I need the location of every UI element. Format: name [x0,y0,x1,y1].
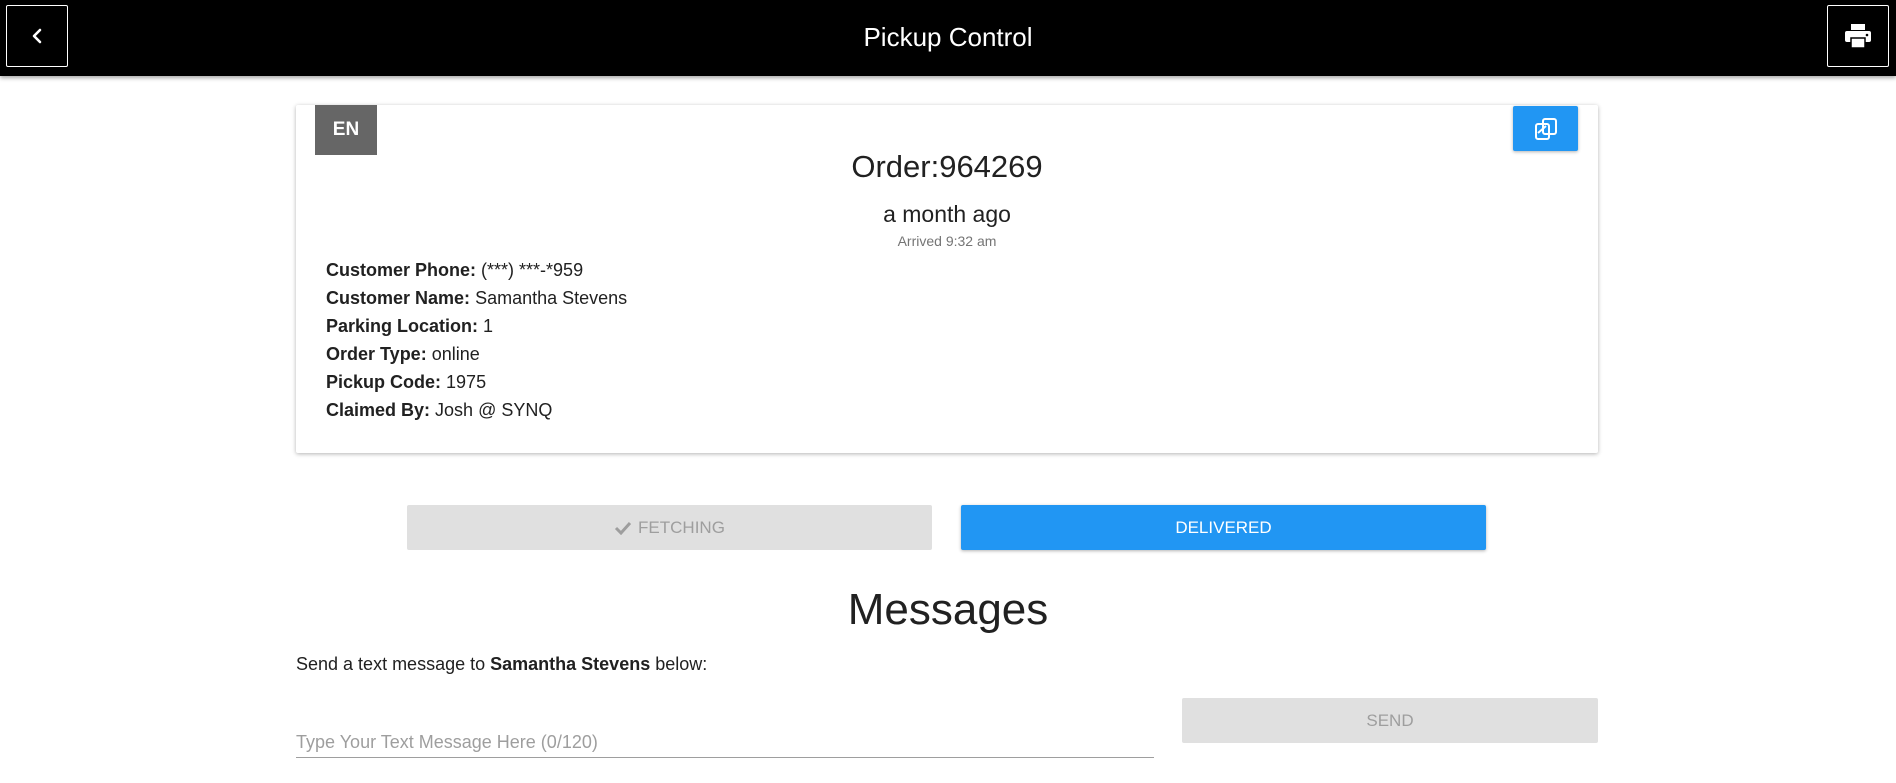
check-icon [614,521,632,535]
messages-heading: Messages [847,585,1049,634]
detail-value: 1975 [446,372,487,392]
detail-label: Claimed By: [326,400,431,420]
delivered-label: DELIVERED [1175,517,1272,537]
instruction-prefix: Send a text message to [296,654,486,674]
delivered-button[interactable]: DELIVERED [961,505,1486,550]
detail-label: Parking Location: [326,316,479,336]
order-age: a month ago [883,201,1011,227]
message-instruction: Send a text message to Samantha Stevens … [296,654,707,675]
detail-parking-location: Parking Location: 1 [326,312,627,340]
copy-button[interactable] [1513,106,1578,151]
detail-value: 1 [483,316,494,336]
send-button[interactable]: SEND [1182,698,1598,743]
fetching-label: FETCHING [638,517,725,537]
top-app-bar: Pickup Control [0,0,1896,76]
detail-value: (***) ***-*959 [481,260,584,280]
fetching-button[interactable]: FETCHING [407,505,932,550]
language-badge[interactable]: EN [315,105,377,155]
recipient-name: Samantha Stevens [490,654,651,674]
detail-value: online [431,344,480,364]
detail-value: Samantha Stevens [475,288,628,308]
detail-label: Pickup Code: [326,372,442,392]
send-label: SEND [1366,710,1414,730]
order-details: Customer Phone: (***) ***-*959 Customer … [326,256,627,424]
arrival-time: Arrived 9:32 am [897,233,997,249]
order-number: Order:964269 [851,149,1043,184]
print-button[interactable] [1827,5,1889,67]
detail-value: Josh @ SYNQ [435,400,553,420]
detail-label: Order Type: [326,344,427,364]
print-icon [1845,24,1871,49]
copy-icon [1534,117,1557,140]
message-input[interactable] [296,728,1154,758]
order-card: EN Order:964269 a month ago Arrived 9:32… [296,105,1598,453]
detail-customer-phone: Customer Phone: (***) ***-*959 [326,256,627,284]
detail-label: Customer Name: [326,288,471,308]
detail-customer-name: Customer Name: Samantha Stevens [326,284,627,312]
detail-order-type: Order Type: online [326,340,627,368]
page-title: Pickup Control [863,22,1033,52]
detail-label: Customer Phone: [326,260,477,280]
instruction-suffix: below: [655,654,708,674]
detail-claimed-by: Claimed By: Josh @ SYNQ [326,396,627,424]
detail-pickup-code: Pickup Code: 1975 [326,368,627,396]
